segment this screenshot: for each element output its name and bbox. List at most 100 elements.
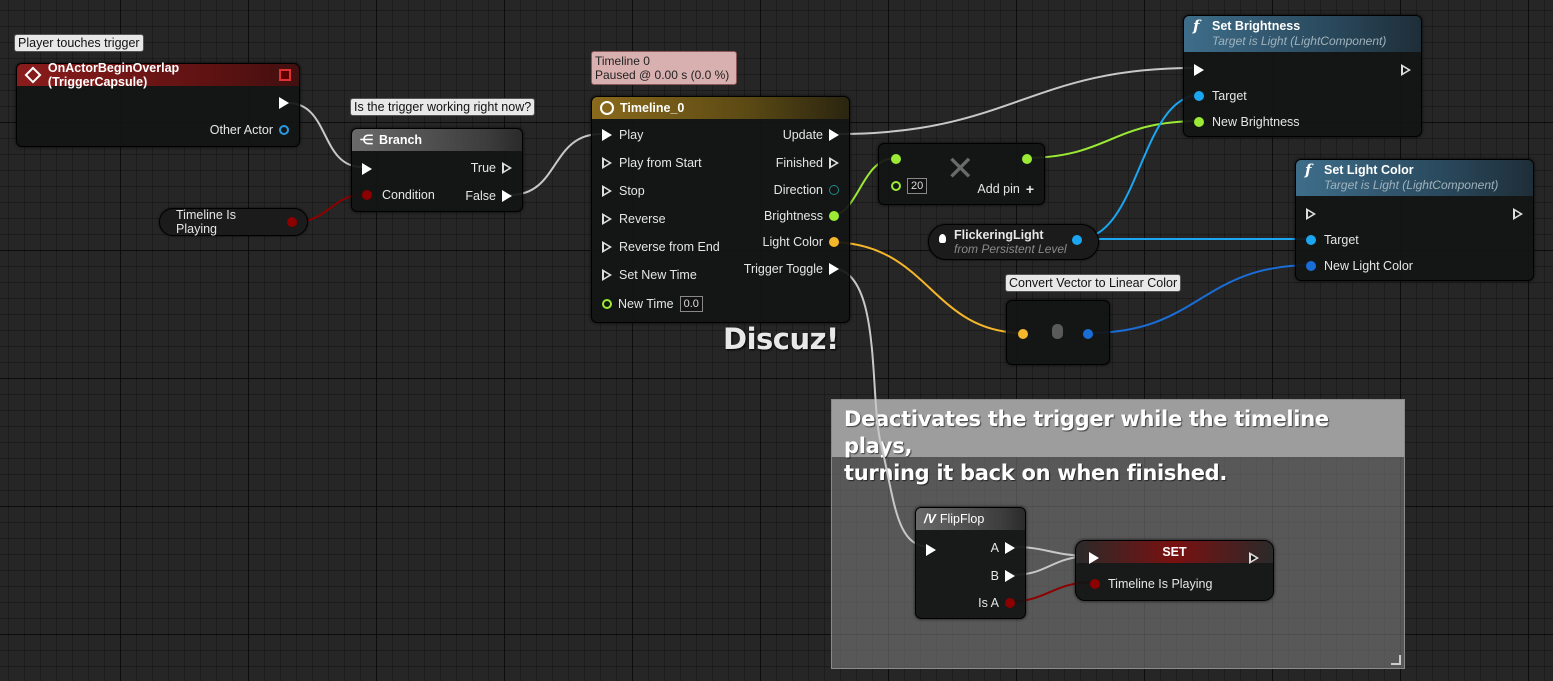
- linear-color-pin-icon[interactable]: [1306, 261, 1316, 271]
- multiply-in-a[interactable]: [891, 150, 901, 168]
- convert-in-pin[interactable]: [1018, 325, 1028, 343]
- vector-pin-icon[interactable]: [829, 237, 839, 247]
- timeline-finished-pin[interactable]: Finished: [776, 154, 839, 172]
- multiply-in-b[interactable]: 20: [891, 177, 928, 195]
- vector-pin-icon[interactable]: [1018, 329, 1028, 339]
- exec-in-pin-icon[interactable]: [926, 544, 936, 556]
- float-pin-icon[interactable]: [891, 181, 901, 191]
- object-pin-icon[interactable]: [279, 125, 289, 135]
- flipflop-header[interactable]: /V FlipFlop: [916, 508, 1025, 530]
- timeline-play-pin[interactable]: Play: [602, 126, 643, 144]
- flickering-light-reference[interactable]: FlickeringLight from Persistent Level: [928, 224, 1099, 260]
- branch-condition-pin[interactable]: Condition: [362, 186, 435, 204]
- event-node-header[interactable]: OnActorBeginOverlap (TriggerCapsule): [17, 61, 299, 89]
- set-exec-in[interactable]: [1089, 549, 1099, 567]
- flipflop-exec-in[interactable]: [926, 541, 936, 559]
- timeline-trigger-toggle-pin[interactable]: Trigger Toggle: [744, 260, 839, 278]
- set-brightness-exec-out[interactable]: [1401, 61, 1411, 79]
- flipflop-node[interactable]: /V FlipFlop A B Is A: [915, 507, 1026, 619]
- float-pin-icon[interactable]: [829, 211, 839, 221]
- exec-in-pin-icon[interactable]: [602, 269, 612, 281]
- set-timeline-is-playing-pin[interactable]: Timeline Is Playing: [1090, 575, 1212, 593]
- timeline-set-new-time-pin[interactable]: Set New Time: [602, 266, 697, 284]
- object-pin-icon[interactable]: [1306, 235, 1316, 245]
- event-node[interactable]: OnActorBeginOverlap (TriggerCapsule) Oth…: [16, 61, 300, 147]
- exec-out-pin-icon[interactable]: [829, 263, 839, 275]
- exec-in-pin-icon[interactable]: [1194, 64, 1204, 76]
- timeline-light-color-pin[interactable]: Light Color: [763, 233, 839, 251]
- exec-in-pin-icon[interactable]: [602, 157, 612, 169]
- timeline-direction-pin[interactable]: Direction: [774, 181, 839, 199]
- timeline-node[interactable]: Timeline_0 Play Play from Start Stop Rev…: [591, 96, 850, 323]
- convert-out-pin[interactable]: [1083, 325, 1093, 343]
- exec-out-pin-icon[interactable]: [502, 190, 512, 202]
- event-other-actor-pin[interactable]: Other Actor: [210, 121, 289, 139]
- timeline-node-header[interactable]: Timeline_0: [592, 97, 849, 119]
- set-brightness-target-pin[interactable]: Target: [1194, 87, 1247, 105]
- set-light-color-node[interactable]: f Set Light Color Target is Light (Light…: [1295, 159, 1534, 281]
- exec-out-pin-icon[interactable]: [829, 157, 839, 169]
- flipflop-b-pin[interactable]: B: [991, 567, 1015, 585]
- timeline-new-time-pin[interactable]: New Time 0.0: [602, 295, 703, 313]
- float-pin-icon[interactable]: [602, 299, 612, 309]
- multiply-out[interactable]: [1022, 150, 1032, 168]
- set-brightness-exec-in[interactable]: [1194, 61, 1204, 79]
- branch-exec-in[interactable]: [362, 160, 372, 178]
- new-time-input[interactable]: 0.0: [679, 296, 703, 312]
- timeline-brightness-pin[interactable]: Brightness: [764, 207, 839, 225]
- float-pin-icon[interactable]: [1022, 154, 1032, 164]
- set-light-color-new-color-pin[interactable]: New Light Color: [1306, 257, 1413, 275]
- flipflop-a-pin[interactable]: A: [991, 539, 1015, 557]
- enum-pin-icon[interactable]: [829, 185, 839, 195]
- bool-pin-icon[interactable]: [362, 190, 372, 200]
- branch-true-pin[interactable]: True: [471, 159, 512, 177]
- branch-false-pin[interactable]: False: [465, 187, 512, 205]
- timeline-reverse-pin[interactable]: Reverse: [602, 210, 666, 228]
- linear-color-pin-icon[interactable]: [1083, 329, 1093, 339]
- bool-pin-icon[interactable]: [1005, 598, 1015, 608]
- comment-title[interactable]: Deactivates the trigger while the timeli…: [832, 400, 1404, 485]
- exec-in-pin-icon[interactable]: [602, 241, 612, 253]
- flipflop-is-a-pin[interactable]: Is A: [978, 594, 1015, 612]
- branch-node[interactable]: ⋲ Branch True Condition False: [351, 128, 523, 212]
- convert-vector-node[interactable]: [1006, 300, 1110, 365]
- multiply-node[interactable]: ✕ 20 Add pin +: [878, 143, 1045, 205]
- exec-in-pin-icon[interactable]: [1089, 552, 1099, 564]
- exec-in-pin-icon[interactable]: [1306, 208, 1316, 220]
- bool-pin-icon[interactable]: [1090, 579, 1100, 589]
- set-variable-node[interactable]: SET Timeline Is Playing: [1075, 540, 1274, 601]
- exec-in-pin-icon[interactable]: [602, 185, 612, 197]
- float-pin-icon[interactable]: [1194, 117, 1204, 127]
- timeline-is-playing-getter[interactable]: Timeline Is Playing: [159, 208, 308, 236]
- add-pin-button[interactable]: Add pin +: [977, 180, 1034, 198]
- timeline-update-pin[interactable]: Update: [783, 126, 839, 144]
- branch-node-header[interactable]: ⋲ Branch: [352, 129, 522, 151]
- exec-out-pin-icon[interactable]: [1401, 64, 1411, 76]
- set-light-color-exec-in[interactable]: [1306, 205, 1316, 223]
- event-delegate-icon[interactable]: [279, 69, 292, 81]
- exec-out-pin-icon[interactable]: [829, 129, 839, 141]
- timeline-play-from-start-pin[interactable]: Play from Start: [602, 154, 702, 172]
- float-pin-icon[interactable]: [891, 154, 901, 164]
- set-variable-header[interactable]: SET: [1076, 541, 1273, 563]
- object-pin-icon[interactable]: [1194, 91, 1204, 101]
- timeline-reverse-from-end-pin[interactable]: Reverse from End: [602, 238, 720, 256]
- exec-in-pin-icon[interactable]: [602, 129, 612, 141]
- exec-out-pin-icon[interactable]: [1005, 570, 1015, 582]
- set-brightness-header[interactable]: f Set Brightness Target is Light (LightC…: [1184, 16, 1421, 52]
- set-light-color-target-pin[interactable]: Target: [1306, 231, 1359, 249]
- exec-in-pin-icon[interactable]: [362, 163, 372, 175]
- event-exec-out[interactable]: [279, 94, 289, 112]
- exec-out-pin-icon[interactable]: [1249, 552, 1259, 564]
- set-exec-out[interactable]: [1249, 549, 1259, 567]
- set-light-color-exec-out[interactable]: [1513, 205, 1523, 223]
- exec-out-pin-icon[interactable]: [1513, 208, 1523, 220]
- exec-out-pin-icon[interactable]: [502, 162, 512, 174]
- exec-out-pin-icon[interactable]: [279, 97, 289, 109]
- set-light-color-header[interactable]: f Set Light Color Target is Light (Light…: [1296, 160, 1533, 196]
- bool-pin-icon[interactable]: [287, 217, 297, 227]
- timeline-stop-pin[interactable]: Stop: [602, 182, 645, 200]
- object-pin-icon[interactable]: [1072, 235, 1082, 245]
- multiply-value-input[interactable]: 20: [907, 178, 928, 194]
- exec-out-pin-icon[interactable]: [1005, 542, 1015, 554]
